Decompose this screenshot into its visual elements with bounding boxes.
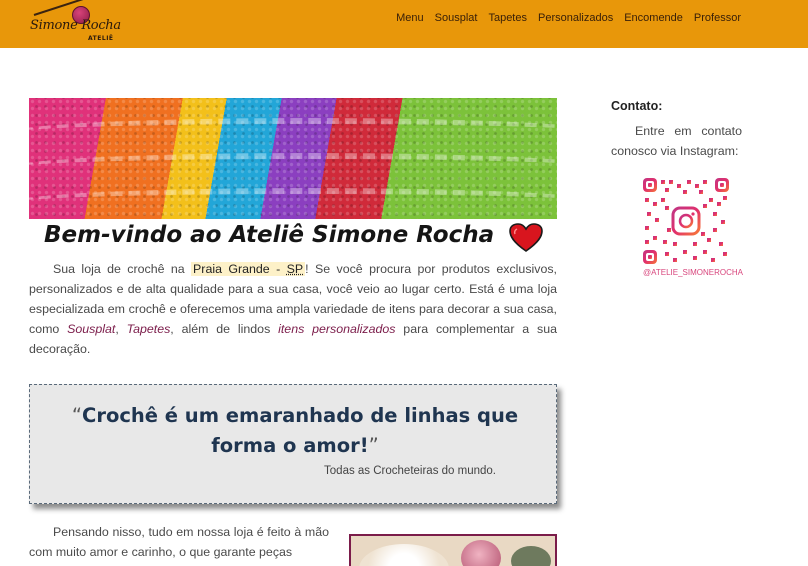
location-city: Praia Grande - [193, 262, 287, 276]
handmade-paragraph: Pensando nisso, tudo em nossa loja é fei… [29, 525, 329, 559]
rose-image [461, 540, 501, 566]
heart-icon [509, 223, 543, 252]
doily-image [359, 544, 449, 566]
contact-text: Entre em contato conosco via Instagram: [611, 124, 742, 158]
nav-personalizados[interactable]: Personalizados [538, 12, 613, 24]
intro-text: , [115, 322, 127, 336]
page-title: Bem-vindo ao Ateliê Simone Rocha [44, 222, 495, 248]
quote-close-mark: ” [368, 434, 379, 457]
intro-text: Sua loja de crochê na [53, 262, 192, 276]
nav-menu[interactable]: Menu [396, 12, 424, 24]
link-tapetes[interactable]: Tapetes [127, 322, 171, 336]
link-itens-personalizados[interactable]: itens personalizados [278, 322, 395, 336]
leaf-image [511, 546, 551, 566]
quote-author: Todas as Crocheteiras do mundo. [324, 465, 496, 477]
site-header: Simone Rocha ATELIÊ Menu Sousplat Tapete… [0, 0, 808, 48]
location-state: SP [286, 262, 304, 276]
quote-text: “Crochê é um emaranhado de linhas que fo… [60, 401, 530, 461]
nav-encomende[interactable]: Encomende [624, 12, 683, 24]
nav-professor[interactable]: Professor [694, 12, 741, 24]
site-logo[interactable]: Simone Rocha ATELIÊ [26, 0, 121, 44]
intro-text: , além de lindos [170, 322, 279, 336]
contact-title: Contato: [611, 99, 663, 113]
location-highlight: Praia Grande - SP [191, 262, 306, 276]
product-photo [349, 534, 557, 566]
crochet-wave [29, 153, 557, 183]
nav-sousplat[interactable]: Sousplat [435, 12, 478, 24]
intro-paragraph: Sua loja de crochê na Praia Grande - SP!… [29, 259, 557, 359]
crochet-wave [29, 188, 557, 218]
crochet-wave [29, 118, 557, 148]
main-nav: Menu Sousplat Tapetes Personalizados Enc… [396, 12, 741, 24]
instagram-handle[interactable]: @ATELIE_SIMONEROCHA [643, 268, 743, 277]
quote-body: Crochê é um emaranhado de linhas que for… [82, 404, 519, 457]
quote-open-mark: “ [71, 404, 83, 427]
quote-box: “Crochê é um emaranhado de linhas que fo… [29, 384, 557, 504]
instagram-qr-code[interactable] [643, 178, 729, 264]
logo-name: Simone Rocha [30, 18, 121, 33]
link-sousplat[interactable]: Sousplat [67, 322, 115, 336]
logo-subtitle: ATELIÊ [88, 35, 114, 42]
hero-crochet-banner [29, 98, 557, 219]
nav-tapetes[interactable]: Tapetes [488, 12, 527, 24]
